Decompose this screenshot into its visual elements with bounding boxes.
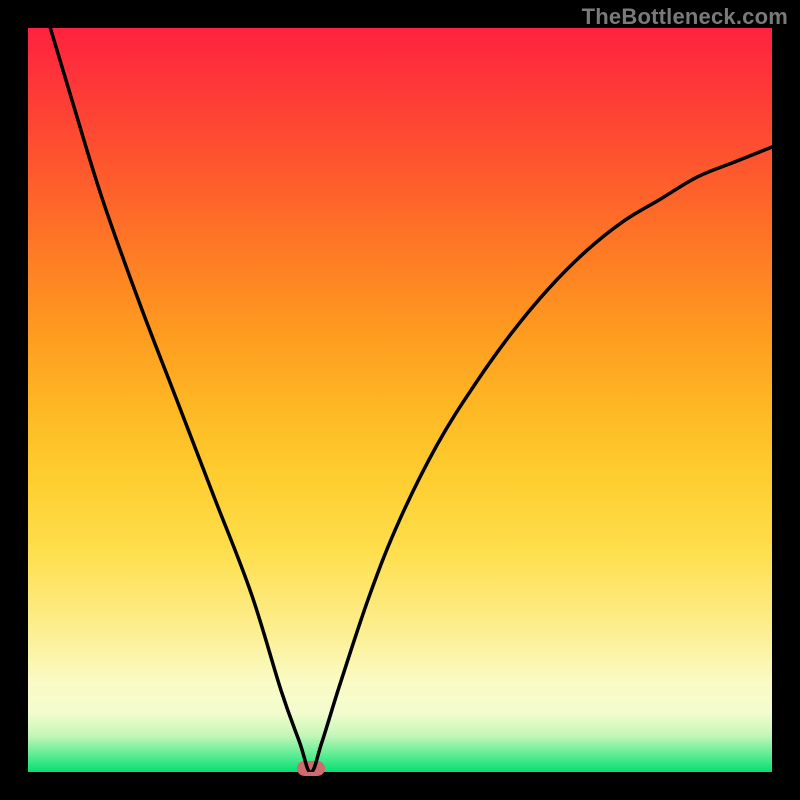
watermark-text: TheBottleneck.com <box>582 4 788 30</box>
bottleneck-curve <box>28 28 772 772</box>
plot-area <box>28 28 772 772</box>
curve-path <box>50 28 772 772</box>
chart-frame: TheBottleneck.com <box>0 0 800 800</box>
